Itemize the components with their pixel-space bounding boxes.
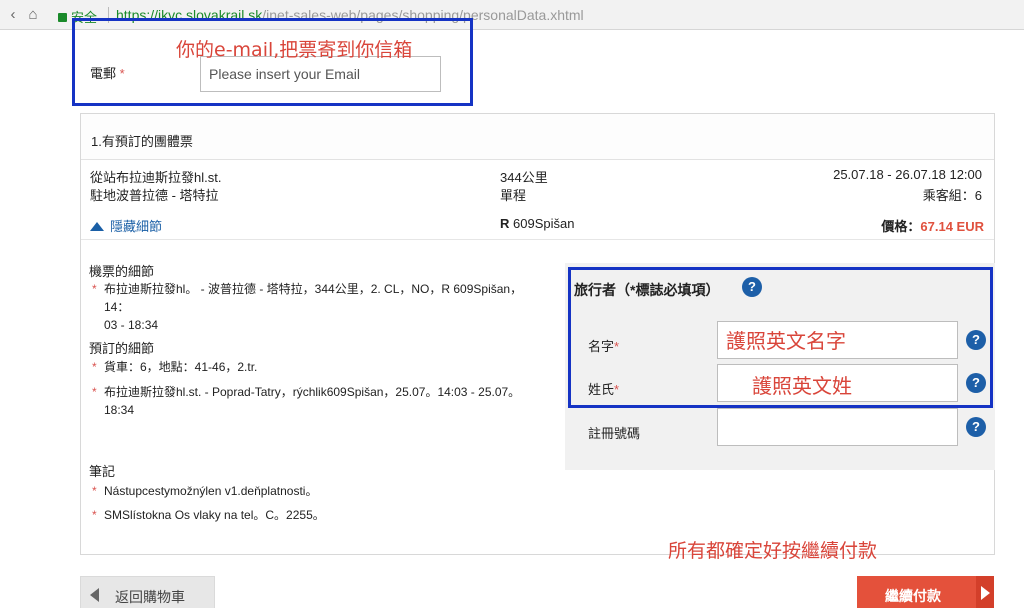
first-name-annotation: 護照英文名字 [726,329,846,353]
url-path: /inet-sales-web/pages/shopping/personalD… [262,7,584,23]
email-annotation: 你的e-mail,把票寄到你信箱 [176,39,413,61]
traveler-title: 旅行者（*標誌必填項） [574,282,720,298]
help-icon[interactable]: ? [742,277,762,297]
ticket-card-header: 1.有預訂的團體票 [81,114,994,160]
address-divider [108,7,109,23]
help-icon[interactable]: ? [966,373,986,393]
registration-number-input[interactable] [717,408,958,446]
browser-address-bar: ‹ ⌂ 安全 https://ikvc.slovakrail.sk/inet-s… [0,0,1024,30]
trip-to: 駐地波普拉德 - 塔特拉 [90,188,219,203]
registration-number-label: 註冊號碼 [588,426,641,441]
price: 價格：67.14 EUR [881,219,984,234]
continue-payment-button[interactable]: 繼續付款 [857,576,994,608]
trip-distance: 344公里 [500,170,548,185]
trip-type: 單程 [500,188,527,203]
ticket-title: 1.有預訂的團體票 [91,134,193,149]
trip-dates: 25.07.18 - 26.07.18 12:00 [833,167,982,182]
passenger-group: 乘客組：6 [922,188,982,203]
lock-icon [58,13,67,22]
back-to-cart-button[interactable]: 返回購物車 [80,576,215,608]
traveler-panel: 旅行者（*標誌必填項） ? 名字* ? 姓氏* ? 註冊號碼 ? [565,263,995,470]
back-arrow-icon[interactable]: ‹ [4,6,22,24]
trip-summary: 從站布拉迪斯拉發hl.st. 駐地波普拉德 - 塔特拉 344公里 單程 25.… [81,160,994,240]
help-icon[interactable]: ? [966,330,986,350]
notes-title: 筆記 [89,464,116,479]
trip-from: 從站布拉迪斯拉發hl.st. [90,170,222,185]
first-name-label: 名字* [588,339,620,354]
back-arrow-icon [90,588,99,602]
home-icon[interactable]: ⌂ [24,6,42,24]
ticket-details-item: * 布拉迪斯拉發hl。 - 波普拉德 - 塔特拉，344公里，2. CL，NO，R… [92,282,523,332]
note-item: * SMSlístokna Os vlaky na tel。C。2255。 [92,508,325,522]
triangle-up-icon [90,222,104,231]
bottom-annotation: 所有都確定好按繼續付款 [668,540,878,562]
forward-arrow-icon [976,576,994,608]
url-host: https://ikvc.slovakrail.sk [116,7,263,23]
last-name-annotation: 護照英文姓 [752,374,852,398]
booking-details-title: 預訂的細節 [89,341,155,356]
help-icon[interactable]: ? [966,417,986,437]
last-name-label: 姓氏* [588,382,620,397]
ticket-details-title: 機票的細節 [89,264,155,279]
email-label: 電郵 * [90,66,125,81]
train-name: R 609Spišan [500,216,575,231]
booking-details-item: * 貨車：6，地點：41-46，2.tr. [92,360,258,374]
note-item: * Nástupcestymožnýlen v1.deňplatnosti。 [92,484,318,498]
hide-details-link[interactable]: 隱藏細節 [90,216,162,235]
url-field[interactable]: https://ikvc.slovakrail.sk/inet-sales-we… [116,7,584,23]
secure-indicator[interactable]: 安全 [58,7,97,26]
booking-details-item: * 布拉迪斯拉發hl.st. - Poprad-Tatry，rýchlik609S… [92,385,521,417]
